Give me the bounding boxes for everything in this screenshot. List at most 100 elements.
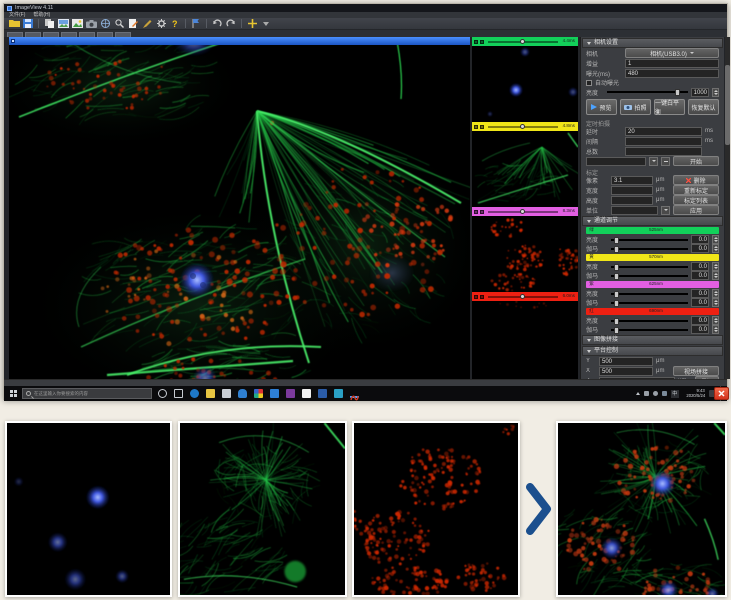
x-axis-field[interactable]: 500 (599, 367, 653, 376)
help-icon[interactable]: ? (169, 19, 181, 29)
tray-network-icon[interactable] (653, 391, 658, 396)
toolbar-dropdown-icon[interactable] (260, 19, 272, 29)
thumbnail-blue-channel[interactable] (472, 46, 578, 122)
photos-icon[interactable] (270, 389, 279, 398)
file-explorer-icon[interactable] (206, 389, 215, 398)
paint-icon[interactable] (254, 389, 263, 398)
tray-cloud-icon[interactable] (644, 391, 649, 396)
camera-device-dropdown[interactable]: 相机(USB3.0) (625, 48, 719, 58)
open-folder-icon[interactable] (8, 19, 20, 29)
taskbar-search[interactable]: 在这里输入你要搜索的内容 (22, 388, 152, 399)
channel-toggle-icon[interactable] (474, 125, 478, 129)
channel-bar-yellow[interactable]: 黄570nm (586, 254, 719, 261)
level-slider-track[interactable] (607, 91, 688, 93)
magnifier-icon[interactable] (113, 19, 125, 29)
pen-icon[interactable] (141, 19, 153, 29)
store-icon[interactable] (222, 389, 231, 398)
brightness-slider[interactable] (611, 320, 688, 322)
channel-toggle-icon[interactable] (474, 40, 478, 44)
brightness-value[interactable]: 0.0 (691, 235, 709, 244)
undo-icon[interactable] (211, 19, 223, 29)
exposure-slider-handle[interactable] (520, 294, 525, 299)
channel-lock-icon[interactable] (480, 40, 484, 44)
thumbnail-dark-channel[interactable] (472, 301, 578, 377)
section-camera[interactable]: 相机设置 (582, 38, 723, 48)
dropdown-caret-button[interactable] (649, 157, 658, 166)
imaging-app-icon[interactable] (350, 389, 359, 398)
unit-dropdown[interactable] (611, 206, 658, 215)
exposure-slider-handle[interactable] (520, 39, 525, 44)
exposure-slider-track[interactable] (488, 296, 558, 298)
width-field[interactable] (611, 186, 653, 195)
channel-slider-magenta[interactable]: 8.3ms (472, 207, 578, 216)
overlay-close-button[interactable] (714, 387, 729, 400)
gamma-slider[interactable] (611, 329, 688, 331)
word-icon[interactable] (318, 389, 327, 398)
brightness-slider[interactable] (611, 293, 688, 295)
thumbnail-red-channel[interactable] (472, 216, 578, 292)
reset-button[interactable]: 恢复默认 (688, 99, 719, 115)
globe-icon[interactable] (99, 19, 111, 29)
height-field[interactable] (611, 196, 653, 205)
brightness-slider[interactable] (611, 239, 688, 241)
exposure-slider-track[interactable] (488, 126, 558, 128)
taskbar-clock[interactable]: 9:43 2020/5/24 (683, 389, 705, 399)
channel-slider-yellow[interactable]: 4.8ms (472, 122, 578, 131)
visual-studio-icon[interactable] (286, 389, 295, 398)
spinner[interactable] (712, 235, 719, 244)
auto-exposure-checkbox[interactable] (586, 80, 592, 86)
save-icon[interactable] (22, 19, 34, 29)
spinner[interactable] (712, 262, 719, 271)
capture-button[interactable]: 拍照 (620, 99, 651, 115)
recalibrate-button[interactable]: 重新标定 (673, 185, 719, 195)
flag-icon[interactable] (190, 19, 202, 29)
thumbnail-green-channel[interactable] (472, 131, 578, 207)
channel-bar-magenta[interactable]: 紫625nm (586, 281, 719, 288)
level-spinner[interactable] (712, 88, 719, 97)
channel-slider-green[interactable]: 4.4ms (472, 37, 578, 46)
main-image-canvas[interactable] (9, 45, 470, 379)
stitch-button[interactable]: 视场拼接 (673, 366, 719, 376)
brightness-value[interactable]: 0.0 (691, 316, 709, 325)
channel-bar-green[interactable]: 绿525nm (586, 227, 719, 234)
camera-icon[interactable] (85, 19, 97, 29)
brightness-value[interactable]: 0.0 (691, 289, 709, 298)
image-blue-icon[interactable] (57, 19, 69, 29)
brightness-value[interactable]: 0.0 (691, 262, 709, 271)
gamma-slider[interactable] (611, 302, 688, 304)
channel-bar-red[interactable]: 红690nm (586, 308, 719, 315)
spinner[interactable] (712, 271, 719, 280)
channel-toggle-icon[interactable] (474, 295, 478, 299)
edge-icon[interactable] (190, 389, 199, 398)
spinner[interactable] (712, 316, 719, 325)
section-channels[interactable]: 通道调节 (582, 216, 723, 226)
save-path-dropdown[interactable] (586, 157, 646, 166)
gamma-value[interactable]: 0.0 (691, 244, 709, 253)
browse-button[interactable] (661, 157, 670, 166)
panel-scrollbar[interactable] (725, 37, 730, 379)
copy-icon[interactable] (43, 19, 55, 29)
tray-volume-icon[interactable] (662, 391, 667, 396)
gamma-value[interactable]: 0.0 (691, 325, 709, 334)
brightness-slider[interactable] (611, 266, 688, 268)
channel-slider-red[interactable]: 6.0ms (472, 292, 578, 301)
delete-calibration-button[interactable]: 删除 (673, 175, 719, 185)
level-slider-handle[interactable] (675, 89, 680, 96)
interval-field[interactable] (625, 137, 702, 146)
ime-badge[interactable]: 中 (671, 390, 679, 398)
settings-gear-icon[interactable] (155, 19, 167, 29)
image-green-icon[interactable] (71, 19, 83, 29)
channel-lock-icon[interactable] (480, 210, 484, 214)
channel-toggle-icon[interactable] (474, 210, 478, 214)
cortana-icon[interactable] (158, 389, 167, 398)
delay-field[interactable]: 20 (625, 127, 702, 136)
spinner[interactable] (712, 244, 719, 253)
task-view-icon[interactable] (174, 389, 183, 398)
gamma-value[interactable]: 0.0 (691, 298, 709, 307)
crosshair-icon[interactable] (246, 19, 258, 29)
section-stitch[interactable]: 图像拼接 (582, 335, 723, 345)
gamma-slider[interactable] (611, 248, 688, 250)
level-value[interactable]: 1000 (691, 88, 709, 97)
spinner[interactable] (712, 289, 719, 298)
section-stage[interactable]: 平台控制 (582, 346, 723, 356)
